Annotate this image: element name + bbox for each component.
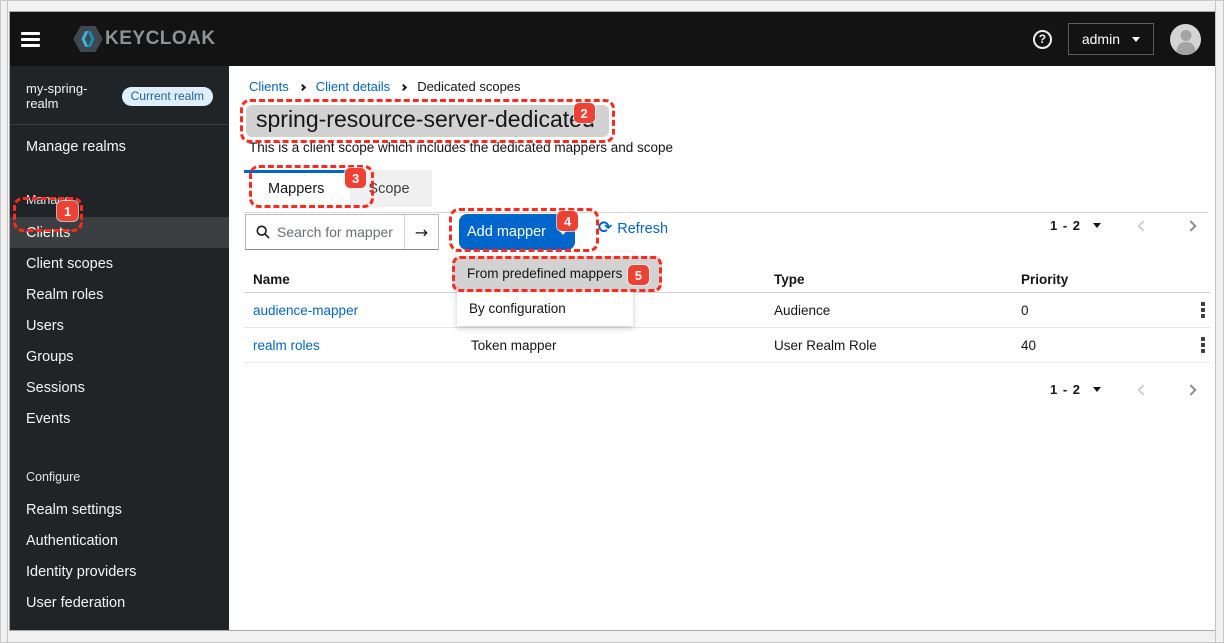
- sidebar: my-spring-realm Current realm Manage rea…: [10, 66, 229, 630]
- breadcrumb: Clients Client details Dedicated scopes: [249, 79, 521, 94]
- menu-item-label: From predefined mappers: [467, 266, 622, 281]
- cell-category: Token mapper: [462, 338, 765, 353]
- column-header-type: Type: [765, 272, 1012, 287]
- user-menu-dropdown[interactable]: admin: [1068, 23, 1154, 55]
- pagination-options-icon[interactable]: [1093, 223, 1101, 228]
- chevron-down-icon: [1132, 37, 1140, 42]
- chevron-right-icon: [299, 83, 306, 90]
- menu-item-by-configuration[interactable]: By configuration: [457, 292, 633, 324]
- sidebar-item-client-scopes[interactable]: Client scopes: [10, 248, 229, 279]
- column-header-name: Name: [244, 272, 462, 287]
- refresh-button[interactable]: ⟳ Refresh: [598, 221, 668, 237]
- page-title: spring-resource-server-dedicated: [256, 106, 595, 133]
- user-menu-label: admin: [1082, 31, 1120, 47]
- add-mapper-dropdown-menu: From predefined mappers 5 By configurati…: [457, 252, 633, 326]
- annotation-box-2: spring-resource-server-dedicated 2: [240, 99, 615, 143]
- table-header-row: Name Type Priority: [244, 266, 1210, 293]
- search-icon: [256, 225, 270, 239]
- cell-priority: 40: [1012, 338, 1187, 353]
- breadcrumb-client-details[interactable]: Client details: [316, 79, 390, 94]
- pagination-options-icon[interactable]: [1093, 387, 1101, 392]
- sidebar-item-events[interactable]: Events: [10, 403, 229, 434]
- next-page-icon[interactable]: [1185, 384, 1196, 395]
- pagination-range: 1 - 2: [1050, 218, 1081, 233]
- sidebar-item-realm-settings[interactable]: Realm settings: [10, 494, 229, 525]
- mapper-search-group: →: [245, 214, 439, 250]
- previous-page-icon[interactable]: [1137, 220, 1148, 231]
- sidebar-item-realm-roles[interactable]: Realm roles: [10, 279, 229, 310]
- page-title-highlight: spring-resource-server-dedicated: [246, 105, 609, 137]
- screenshot-frame: KEYCLOAK ? admin my-spring-realm Current…: [0, 0, 1224, 643]
- annotation-badge-3: 3: [345, 168, 366, 188]
- main-content: Clients Client details Dedicated scopes …: [229, 66, 1215, 630]
- previous-page-icon[interactable]: [1137, 384, 1148, 395]
- mapper-link-audience-mapper[interactable]: audience-mapper: [253, 303, 358, 318]
- table-row: audience-mapper Audience 0: [244, 293, 1210, 328]
- sidebar-group-configure: Configure: [10, 434, 229, 494]
- annotation-badge-1: 1: [57, 201, 78, 221]
- mappers-table: Name Type Priority audience-mapper Audie…: [244, 266, 1210, 363]
- sidebar-item-users[interactable]: Users: [10, 310, 229, 341]
- avatar[interactable]: [1170, 24, 1201, 55]
- annotation-badge-5: 5: [628, 265, 649, 285]
- help-icon[interactable]: ?: [1033, 30, 1052, 49]
- sidebar-item-groups[interactable]: Groups: [10, 341, 229, 372]
- brand-text: KEYCLOAK: [105, 28, 216, 50]
- column-header-priority: Priority: [1012, 272, 1187, 287]
- refresh-icon: ⟳: [598, 220, 612, 237]
- cell-type: Audience: [765, 303, 1012, 318]
- annotation-badge-2: 2: [574, 103, 595, 123]
- menu-item-from-predefined-mappers[interactable]: From predefined mappers 5: [452, 256, 662, 292]
- cell-type: User Realm Role: [765, 338, 1012, 353]
- next-page-icon[interactable]: [1185, 220, 1196, 231]
- keycloak-hexagon-icon: [73, 26, 103, 52]
- cell-priority: 0: [1012, 303, 1187, 318]
- refresh-label: Refresh: [617, 221, 668, 237]
- sidebar-item-authentication[interactable]: Authentication: [10, 525, 229, 556]
- realm-selector[interactable]: my-spring-realm Current realm: [10, 66, 229, 125]
- pagination-range: 1 - 2: [1050, 382, 1081, 397]
- tab-mappers[interactable]: Mappers: [244, 170, 350, 207]
- sidebar-item-identity-providers[interactable]: Identity providers: [10, 556, 229, 587]
- sidebar-item-sessions[interactable]: Sessions: [10, 372, 229, 403]
- sidebar-item-user-federation[interactable]: User federation: [10, 587, 229, 618]
- add-mapper-label: Add mapper: [467, 224, 546, 240]
- row-actions-kebab-icon[interactable]: [1196, 333, 1210, 357]
- annotation-badge-4: 4: [557, 211, 578, 231]
- mapper-link-realm-roles[interactable]: realm roles: [253, 338, 320, 353]
- search-input[interactable]: [277, 224, 404, 240]
- realm-name: my-spring-realm: [26, 81, 113, 111]
- sidebar-group-manage: Manage: [10, 169, 229, 217]
- pagination-top: 1 - 2: [1050, 218, 1195, 233]
- pagination-bottom: 1 - 2: [1050, 382, 1195, 397]
- breadcrumb-dedicated-scopes: Dedicated scopes: [417, 79, 520, 94]
- current-realm-badge: Current realm: [122, 87, 213, 106]
- chevron-right-icon: [400, 83, 407, 90]
- tab-bar: Mappers Scope: [244, 170, 432, 207]
- keycloak-admin-window: KEYCLOAK ? admin my-spring-realm Current…: [9, 11, 1216, 631]
- sidebar-item-clients[interactable]: Clients: [10, 217, 229, 248]
- search-submit-button[interactable]: →: [404, 215, 438, 249]
- divider: [244, 212, 1208, 213]
- table-row: realm roles Token mapper User Realm Role…: [244, 328, 1210, 363]
- top-bar: KEYCLOAK ? admin: [10, 12, 1215, 66]
- row-actions-kebab-icon[interactable]: [1196, 298, 1210, 322]
- sidebar-item-manage-realms[interactable]: Manage realms: [10, 125, 229, 169]
- breadcrumb-clients[interactable]: Clients: [249, 79, 289, 94]
- keycloak-logo[interactable]: KEYCLOAK: [73, 26, 216, 52]
- hamburger-menu-icon[interactable]: [21, 24, 51, 54]
